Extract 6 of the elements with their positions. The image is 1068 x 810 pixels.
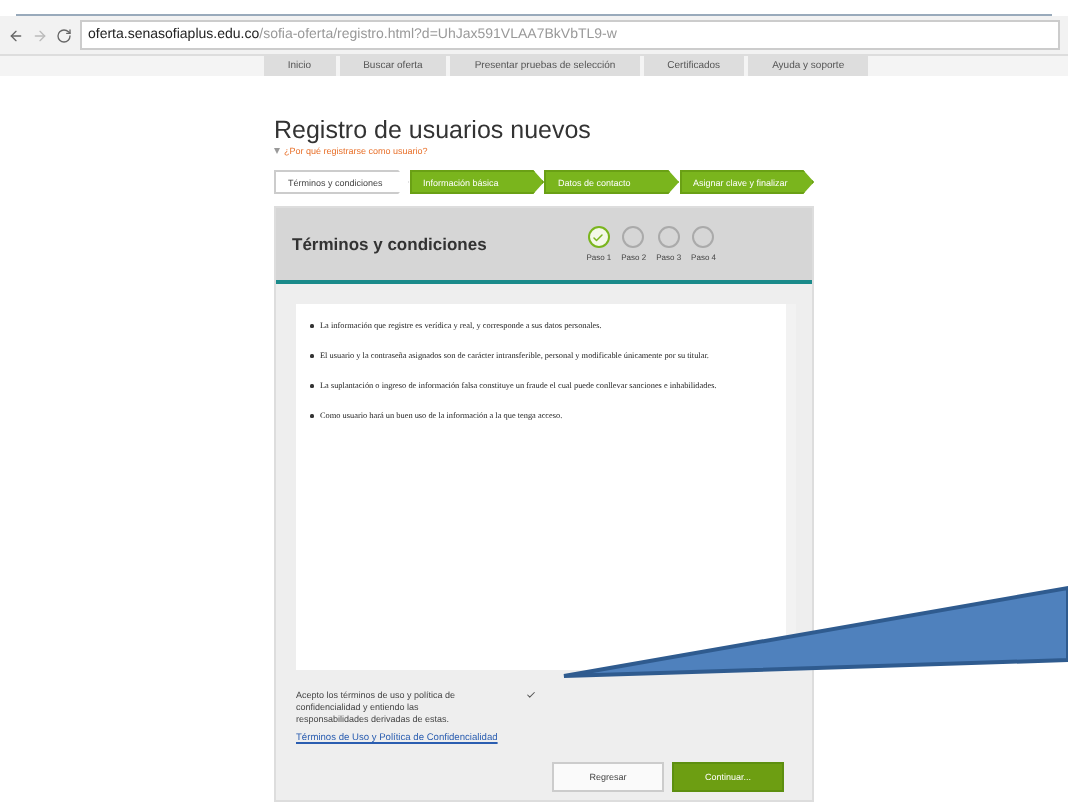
reload-icon[interactable] [56,27,72,43]
accept-checkbox[interactable] [526,690,536,700]
caret-icon [274,148,280,154]
page-title: Registro de usuarios nuevos [274,116,593,144]
back-icon[interactable] [8,27,24,43]
panel-title: Términos y condiciones [292,234,487,254]
